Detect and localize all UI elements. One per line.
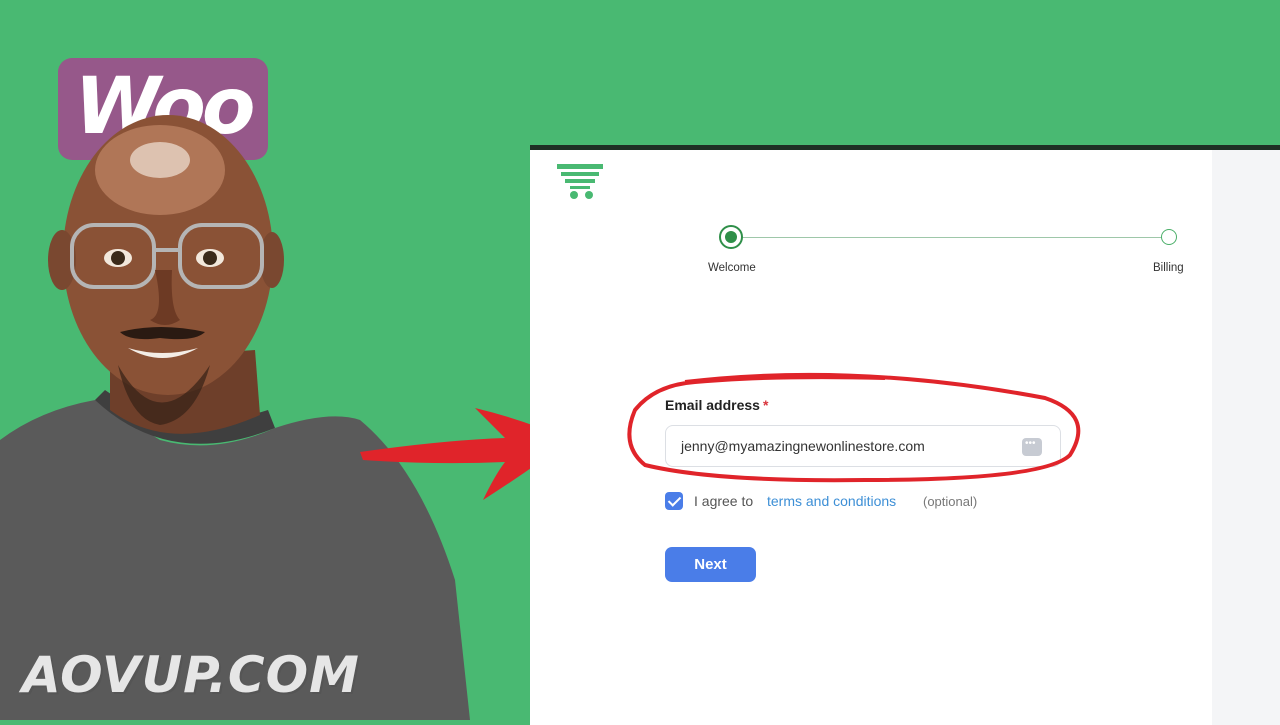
next-button[interactable]: Next: [665, 547, 756, 582]
terms-link[interactable]: terms and conditions: [767, 493, 896, 509]
signup-panel: Welcome Billing Email address * jenny@mya…: [530, 150, 1212, 725]
step-billing-dot[interactable]: [1161, 229, 1177, 245]
app-window: Welcome Billing Email address * jenny@mya…: [530, 145, 1280, 725]
terms-checkbox[interactable]: [665, 492, 683, 510]
watermark-text: AOVUP.COM: [22, 646, 360, 704]
email-input[interactable]: jenny@myamazingnewonlinestore.com: [665, 425, 1061, 467]
required-mark: *: [762, 397, 769, 413]
progress-stepper: Welcome Billing: [708, 223, 1198, 283]
stepper-line: [734, 237, 1170, 238]
optional-hint: (optional): [923, 494, 978, 509]
step-billing-label[interactable]: Billing: [1153, 262, 1184, 274]
agree-text: I agree to: [694, 493, 754, 509]
email-label: Email address *: [665, 397, 768, 413]
cart-logo-icon: [557, 164, 603, 199]
step-welcome-label: Welcome: [708, 262, 756, 274]
step-welcome-dot: [719, 225, 743, 249]
email-input-value: jenny@myamazingnewonlinestore.com: [681, 438, 925, 454]
email-label-text: Email address: [665, 397, 760, 413]
password-manager-icon[interactable]: [1022, 438, 1042, 456]
